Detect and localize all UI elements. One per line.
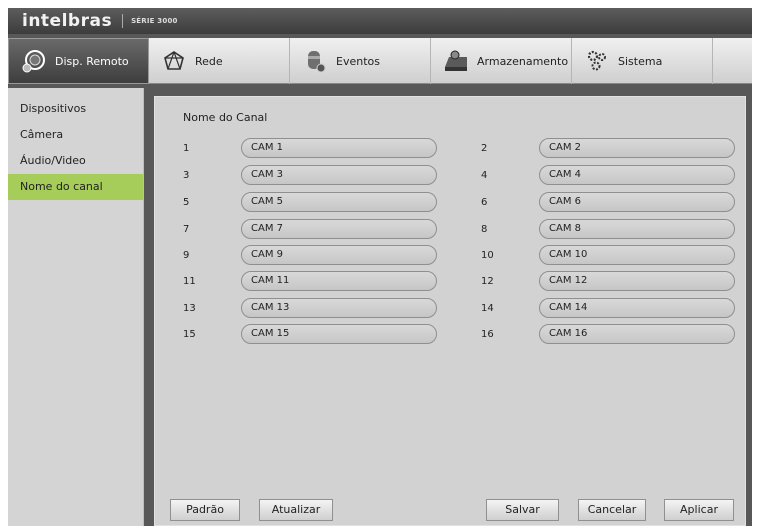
channel-name-field[interactable]: CAM 11	[241, 271, 437, 291]
channel-row: 7 CAM 7	[183, 219, 437, 239]
channel-name-field[interactable]: CAM 7	[241, 219, 437, 239]
channel-number: 9	[183, 249, 190, 261]
channel-row: 2 CAM 2	[481, 138, 735, 158]
section-title: Nome do Canal	[183, 111, 268, 124]
channel-row: 15 CAM 15	[183, 324, 437, 344]
channel-number: 4	[481, 169, 488, 181]
channel-name-field[interactable]: CAM 2	[539, 138, 735, 158]
channel-number: 16	[481, 328, 494, 340]
tab-empty	[713, 38, 752, 84]
channel-number: 15	[183, 328, 196, 340]
channel-row: 13 CAM 13	[183, 298, 437, 318]
sidebar-item-channel-name[interactable]: Nome do canal	[8, 174, 143, 200]
channel-name-field[interactable]: CAM 8	[539, 219, 735, 239]
channel-row: 16 CAM 16	[481, 324, 735, 344]
save-button[interactable]: Salvar	[486, 499, 559, 521]
tab-storage[interactable]: Armazenamento	[431, 38, 572, 84]
channel-name-field[interactable]: CAM 5	[241, 192, 437, 212]
channel-row: 12 CAM 12	[481, 271, 735, 291]
channel-number: 11	[183, 275, 196, 287]
channel-name-field[interactable]: CAM 14	[539, 298, 735, 318]
tab-system[interactable]: Sistema	[572, 38, 713, 84]
channel-number: 13	[183, 302, 196, 314]
tab-remote-device[interactable]: Disp. Remoto	[8, 38, 149, 84]
channel-name-panel: Nome do Canal 1 CAM 1 2 CAM 2 3 CAM 3 4 …	[154, 96, 746, 526]
default-button[interactable]: Padrão	[170, 499, 240, 521]
channel-row: 4 CAM 4	[481, 165, 735, 185]
gears-icon	[582, 48, 612, 74]
channel-row: 5 CAM 5	[183, 192, 437, 212]
channel-number: 1	[183, 142, 190, 154]
channel-number: 12	[481, 275, 494, 287]
tab-label: Rede	[195, 54, 223, 68]
channel-number: 10	[481, 249, 494, 261]
tab-label: Sistema	[618, 54, 663, 68]
channel-name-field[interactable]: CAM 12	[539, 271, 735, 291]
channel-name-field[interactable]: CAM 1	[241, 138, 437, 158]
tab-events[interactable]: Eventos	[290, 38, 431, 84]
channel-name-field[interactable]: CAM 6	[539, 192, 735, 212]
title-divider	[122, 14, 124, 28]
dvr-window: intelbras SÉRIE 3000 Disp. Remoto Rede E…	[8, 8, 752, 526]
channel-number: 14	[481, 302, 494, 314]
channel-number: 2	[481, 142, 488, 154]
channel-name-field[interactable]: CAM 4	[539, 165, 735, 185]
channel-row: 14 CAM 14	[481, 298, 735, 318]
channel-name-field[interactable]: CAM 15	[241, 324, 437, 344]
channel-name-field[interactable]: CAM 13	[241, 298, 437, 318]
apply-button[interactable]: Aplicar	[664, 499, 734, 521]
events-icon	[300, 48, 330, 74]
tab-label: Disp. Remoto	[55, 54, 129, 68]
network-icon	[159, 48, 189, 74]
series-label: SÉRIE 3000	[131, 17, 178, 25]
brand-logo: intelbras	[22, 11, 113, 31]
sidebar: Dispositivos Câmera Áudio/Video Nome do …	[8, 88, 144, 526]
channel-row: 3 CAM 3	[183, 165, 437, 185]
channel-row: 11 CAM 11	[183, 271, 437, 291]
storage-icon	[441, 48, 471, 74]
channel-name-field[interactable]: CAM 3	[241, 165, 437, 185]
title-bar: intelbras SÉRIE 3000	[8, 8, 752, 34]
channel-number: 5	[183, 196, 190, 208]
channel-name-field[interactable]: CAM 16	[539, 324, 735, 344]
sidebar-item-camera[interactable]: Câmera	[8, 122, 143, 148]
tab-label: Armazenamento	[477, 54, 569, 68]
channel-name-field[interactable]: CAM 9	[241, 245, 437, 265]
channel-number: 7	[183, 223, 190, 235]
cancel-button[interactable]: Cancelar	[578, 499, 646, 521]
refresh-button[interactable]: Atualizar	[259, 499, 333, 521]
main-tabs: Disp. Remoto Rede Eventos Armazenamento …	[8, 38, 752, 84]
sidebar-item-devices[interactable]: Dispositivos	[8, 96, 143, 122]
sidebar-item-audio-video[interactable]: Áudio/Video	[8, 148, 143, 174]
remote-device-icon	[19, 48, 49, 74]
channel-number: 6	[481, 196, 488, 208]
channel-row: 10 CAM 10	[481, 245, 735, 265]
channel-number: 8	[481, 223, 488, 235]
channel-row: 6 CAM 6	[481, 192, 735, 212]
tab-label: Eventos	[336, 54, 380, 68]
tab-network[interactable]: Rede	[149, 38, 290, 84]
channel-row: 8 CAM 8	[481, 219, 735, 239]
channel-number: 3	[183, 169, 190, 181]
channel-name-field[interactable]: CAM 10	[539, 245, 735, 265]
channel-row: 9 CAM 9	[183, 245, 437, 265]
channel-row: 1 CAM 1	[183, 138, 437, 158]
